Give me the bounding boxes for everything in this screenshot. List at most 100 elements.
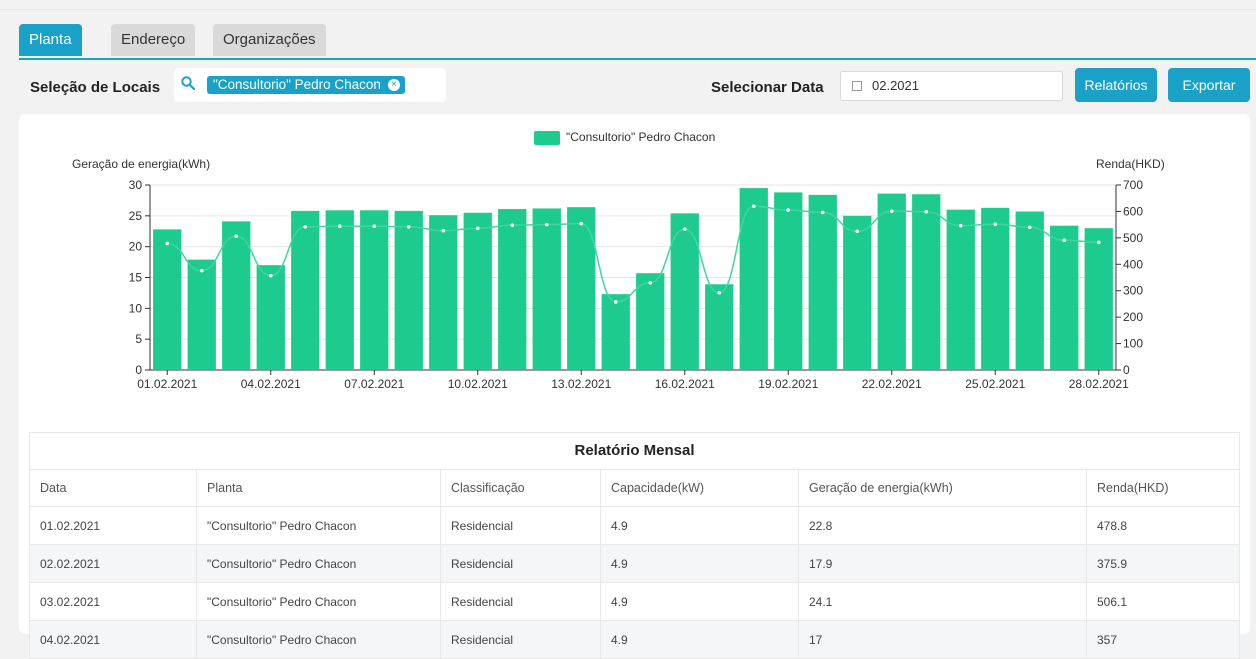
bar [601, 294, 630, 370]
x-tick-label: 22.02.2021 [862, 377, 922, 391]
table-row[interactable]: 01.02.2021 "Consultorio" Pedro Chacon Re… [29, 506, 1240, 545]
bar [946, 209, 975, 370]
revenue-point [475, 226, 480, 231]
report-title: Relatório Mensal [29, 432, 1240, 469]
tab-endereco[interactable]: Endereço [111, 24, 196, 56]
date-value: 02.2021 [872, 78, 919, 93]
cell: 17 [798, 620, 1087, 659]
calendar-icon [852, 81, 862, 91]
cell: 04.02.2021 [29, 620, 197, 659]
revenue-point [993, 222, 998, 226]
energy-chart: 051015202530010020030040050060070001.02.… [129, 178, 1144, 391]
revenue-point [1096, 240, 1101, 245]
y-tick-label-left: 25 [129, 209, 143, 223]
x-tick-label: 19.02.2021 [758, 377, 818, 391]
search-icon[interactable] [181, 76, 195, 90]
revenue-point [406, 224, 411, 229]
revenue-point [786, 208, 791, 212]
y-tick-label-right: 300 [1123, 284, 1143, 298]
table-row[interactable]: 03.02.2021 "Consultorio" Pedro Chacon Re… [29, 582, 1240, 621]
y-tick-label-right: 200 [1123, 310, 1143, 324]
x-tick-label: 25.02.2021 [965, 377, 1025, 391]
bar [394, 210, 423, 370]
cell: 4.9 [600, 506, 799, 545]
bar [705, 284, 734, 370]
col-header[interactable]: Planta [196, 469, 441, 507]
bar [532, 208, 561, 370]
y-tick-label-left: 0 [135, 363, 142, 377]
y-tick-label-right: 0 [1123, 363, 1130, 377]
y-tick-label-right: 500 [1123, 231, 1143, 245]
export-button[interactable]: Exportar [1168, 68, 1250, 102]
y-tick-label-left: 20 [129, 240, 143, 254]
bar [636, 273, 665, 370]
top-bar [0, 0, 1256, 10]
chart-panel: "Consultorio" Pedro Chacon Geração de en… [19, 114, 1250, 659]
location-selector[interactable]: "Consultorio" Pedro Chacon × [174, 68, 446, 102]
revenue-point [372, 224, 377, 229]
x-tick-label: 28.02.2021 [1069, 377, 1129, 391]
revenue-point [510, 223, 515, 227]
tab-organizacoes[interactable]: Organizações [213, 24, 326, 56]
close-icon[interactable]: × [387, 79, 400, 91]
x-tick-label: 07.02.2021 [344, 377, 404, 391]
cell: 4.9 [600, 544, 799, 583]
col-header[interactable]: Renda(HKD) [1086, 469, 1240, 507]
cell: "Consultorio" Pedro Chacon [196, 620, 441, 659]
col-header[interactable]: Classificação [440, 469, 601, 507]
revenue-point [1062, 238, 1067, 243]
cell: 02.02.2021 [29, 544, 197, 583]
bar [912, 194, 941, 370]
y-tick-label-left: 30 [129, 178, 143, 192]
cell: 4.9 [600, 582, 799, 621]
bar [981, 207, 1010, 370]
bar [256, 265, 285, 370]
cell: 375.9 [1086, 544, 1240, 583]
cell: 01.02.2021 [29, 506, 197, 545]
cell: "Consultorio" Pedro Chacon [196, 506, 441, 545]
date-label: Selecionar Data [711, 79, 824, 96]
revenue-point [165, 241, 170, 246]
cell: Residencial [440, 506, 601, 545]
cell: 4.9 [600, 620, 799, 659]
bar [1015, 211, 1044, 370]
bar [325, 210, 354, 370]
col-header[interactable]: Geração de energia(kWh) [798, 469, 1087, 507]
tab-planta[interactable]: Planta [19, 24, 82, 56]
y-tick-label-right: 600 [1123, 204, 1143, 218]
x-tick-label: 16.02.2021 [655, 377, 715, 391]
x-tick-label: 10.02.2021 [448, 377, 508, 391]
revenue-point [889, 209, 894, 213]
location-chip-label: "Consultorio" Pedro Chacon [213, 77, 381, 92]
cell: Residencial [440, 544, 601, 583]
bar [498, 209, 527, 370]
table-row[interactable]: 02.02.2021 "Consultorio" Pedro Chacon Re… [29, 544, 1240, 583]
x-tick-label: 04.02.2021 [241, 377, 301, 391]
bar [567, 207, 596, 370]
revenue-point [337, 224, 342, 229]
y-tick-label-left: 5 [135, 332, 142, 346]
bar [739, 188, 768, 370]
cell: 357 [1086, 620, 1240, 659]
table-row[interactable]: 04.02.2021 "Consultorio" Pedro Chacon Re… [29, 620, 1240, 659]
cell: Residencial [440, 582, 601, 621]
monthly-report: Relatório Mensal Data Planta Classificaç… [29, 432, 1240, 659]
y-tick-label-left: 15 [129, 271, 143, 285]
col-header[interactable]: Capacidade(kW) [600, 469, 799, 507]
revenue-point [855, 229, 860, 234]
revenue-point [682, 227, 687, 231]
revenue-point [1027, 225, 1032, 230]
location-chip[interactable]: "Consultorio" Pedro Chacon × [207, 76, 405, 94]
col-header[interactable]: Data [29, 469, 197, 507]
cell: 17.9 [798, 544, 1087, 583]
revenue-point [268, 273, 273, 278]
y-tick-label-right: 700 [1123, 178, 1143, 192]
toolbar: Seleção de Locais "Consultorio" Pedro Ch… [0, 66, 1256, 106]
date-picker-input[interactable]: 02.2021 [840, 71, 1063, 101]
bar [429, 215, 458, 370]
reports-button[interactable]: Relatórios [1075, 68, 1157, 102]
bar [360, 210, 389, 370]
bar [1084, 228, 1113, 370]
cell: 478.8 [1086, 506, 1240, 545]
revenue-point [199, 268, 204, 273]
